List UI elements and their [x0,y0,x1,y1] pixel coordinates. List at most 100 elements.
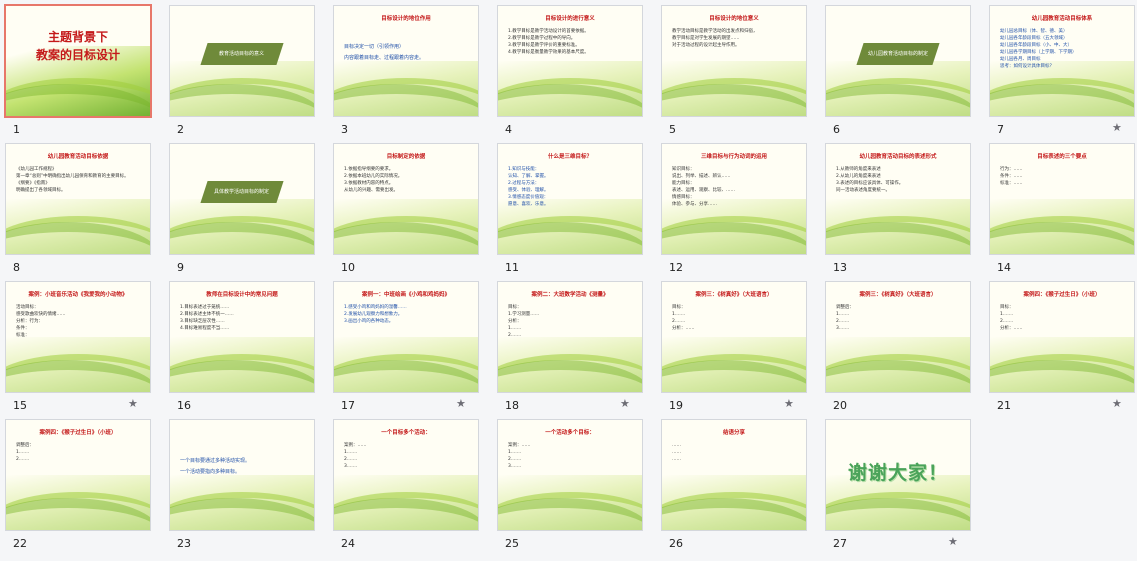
slide-thumbnail[interactable]: 案例四：《猴子过生日》（小班） 调整后： 1.…… 2.…… [5,419,151,531]
slide-body-text: 1.教学目标是教学活动设计的首要依据。 2.教学目标是教学过程中的导向。 3.教… [508,29,589,55]
slide-title: 案例一：中班绘画《小鸡和鸡妈妈》 [361,292,450,298]
slide-thumbnail[interactable]: 幼儿园教育活动目标依据 《幼儿园工作规程》 第一章“总则”中明确指出幼儿园保育和教… [5,143,151,255]
section-ribbon: 幼儿园教育活动目标的制定 [856,43,940,65]
slide-title: 目标表述的三个要点 [1037,154,1087,160]
slide-cell: 案例：小班音乐活动《我爱我的小动物》活动目标： 感受歌曲欢快的情绪…… 分析：行… [5,281,169,419]
slide-cell: 幼儿园教育活动目标的制定 6 [825,5,989,143]
slide-thumbnail[interactable]: 案例二：大班数学活动《测量》目标： 1.学习测量…… 分析： 1.…… 2.…… [497,281,643,393]
slide-title: 幼儿园教育活动目标体系 [1031,16,1093,22]
slide-thumbnail[interactable]: 目标设计的地位意义教学活动目标是教学活动的出发点和归宿， 教学目标是对学生发展的… [661,5,807,117]
slide-number: 1 [13,123,20,136]
slide-number: 19 [669,399,683,412]
slide-cell: 目标表述的三个要点行为：…… 条件：…… 标准：…… 14 [989,143,1137,281]
slide-title: 案例：小班音乐活动《我爱我的小动物》 [28,292,128,298]
slide-title: 目标设计的地位作用 [381,16,431,22]
slide-cell: 什么是三维目标？ 1.知识与技能： 认知、了解、掌握。 2.过程与方法： 感受、体… [497,143,661,281]
slide-title: 目标设计的地位意义 [709,16,759,22]
slide-thumbnail[interactable]: 一个目标要通过多种活动实现。 一个活动要指向多种目标。 [169,419,315,531]
slide-thumbnail[interactable]: 什么是三维目标？ 1.知识与技能： 认知、了解、掌握。 2.过程与方法： 感受、体… [497,143,643,255]
slide-cell: 目标设计的地位作用目标决定一切（引领作用） 内容跟着目标走、过程跟着内容走。 3 [333,5,497,143]
section-ribbon: 具体教学活动目标的制定 [200,181,284,203]
slide-body-text: 教学活动目标是教学活动的出发点和归宿， 教学目标是对学生发展的期望…… 对于活动… [672,29,758,48]
transition-star-icon[interactable]: ★ [1112,121,1122,134]
slide-number: 14 [997,261,1011,274]
ribbon-label: 幼儿园教育活动目标的制定 [867,51,928,57]
slide-title: 案例四：《猴子过生日》（小班） [39,430,117,436]
slide-cell: 谢谢大家！ 27 ★ [825,419,989,557]
slide-thumbnail[interactable]: 案例四：《猴子过生日》（小班） 目标： 1.…… 2.…… 分析：…… [989,281,1135,393]
transition-star-icon[interactable]: ★ [620,397,630,410]
slide-body-text: 目标： 1.…… 2.…… 分析：…… [672,305,695,331]
slide-body-text: 行为：…… 条件：…… 标准：…… [1000,167,1023,186]
slide-thumbnail[interactable]: 案例三：《树真好》（大班语言） 调整后： 1.…… 2.…… 3.…… [825,281,971,393]
slide-cell: 一个活动多个目标： 案例：…… 1.…… 2.…… 3.…… 25 [497,419,661,557]
slide-body-text: 案例：…… 1.…… 2.…… 3.…… [508,443,531,469]
slide-number: 27 [833,537,847,550]
slide-body-text: 目标决定一切（引领作用） 内容跟着目标走、过程跟着内容走。 [344,44,425,61]
slide-thumbnail[interactable]: 目标设计的进行意义 1.教学目标是教学活动设计的首要依据。 2.教学目标是教学过程… [497,5,643,117]
slide-cell: 一个目标多个活动： 案例：…… 1.…… 2.…… 3.…… 24 [333,419,497,557]
slide-thumbnail[interactable]: 案例一：中班绘画《小鸡和鸡妈妈》 1.感受小鸡和鸡妈妈的温馨…… 2.发展幼儿观察… [333,281,479,393]
slide-thumbnail[interactable]: 具体教学活动目标的制定 [169,143,315,255]
slide-title: 教师在目标设计中的常见问题 [206,292,278,298]
slide-thumbnail[interactable]: 目标制定的依据 1.依据指导纲要的要求。 2.依据本班幼儿的实际情况。 3.依据教… [333,143,479,255]
slide-title: 案例二：大班数学活动《测量》 [531,292,609,298]
slide-thumbnail[interactable]: 目标设计的地位作用目标决定一切（引领作用） 内容跟着目标走、过程跟着内容走。 [333,5,479,117]
transition-star-icon[interactable]: ★ [456,397,466,410]
slide-thumbnail[interactable]: 幼儿园教育活动目标的表述形式 1.从教师的角度来表述 2.从幼儿的角度来表述 3.… [825,143,971,255]
transition-star-icon[interactable]: ★ [948,535,958,548]
slide-thumbnail[interactable]: 三维目标与行为动词的运用 知识目标： 说出、列举、描述、辨认…… 能力目标： 表述… [661,143,807,255]
slide-thumbnail[interactable]: 幼儿园教育活动目标的制定 [825,5,971,117]
slide-thumbnail[interactable]: 幼儿园教育活动目标体系 幼儿园总目标（体、智、德、美） 幼儿园各年龄段目标（五大领… [989,5,1135,117]
slide-body-text: 活动目标： 感受歌曲欢快的情绪…… 分析：行为： 条件： 标准： [16,305,66,338]
slide-number: 5 [669,123,676,136]
slide-cell: 案例四：《猴子过生日》（小班） 目标： 1.…… 2.…… 分析：…… 21 ★ [989,281,1137,419]
slide-body-text: 目标： 1.学习测量…… 分析： 1.…… 2.…… [508,305,540,338]
slide-cell: 一个目标要通过多种活动实现。 一个活动要指向多种目标。 23 [169,419,333,557]
slide-cell: 教育活动目标的意义 2 [169,5,333,143]
slide-title: 主题背景下 教案的目标设计 [35,30,120,62]
slide-number: 8 [13,261,20,274]
transition-star-icon[interactable]: ★ [784,397,794,410]
slide-cell: 案例三：《树真好》（大班语言） 调整后： 1.…… 2.…… 3.…… 20 [825,281,989,419]
slide-thumbnail[interactable]: 一个目标多个活动： 案例：…… 1.…… 2.…… 3.…… [333,419,479,531]
slide-body-text: …… …… …… [672,443,681,462]
slide-body-text: 《幼儿园工作规程》 第一章“总则”中明确指出幼儿园保育和教育的主要目标。 《纲要… [16,167,129,193]
slide-cell: 案例一：中班绘画《小鸡和鸡妈妈》 1.感受小鸡和鸡妈妈的温馨…… 2.发展幼儿观察… [333,281,497,419]
slide-cell: 具体教学活动目标的制定 9 [169,143,333,281]
slide-body-text: 1.从教师的角度来表述 2.从幼儿的角度来表述 3.表述的目标应该具体、可操作。… [836,167,904,193]
slide-title: 目标制定的依据 [386,154,426,160]
slide-number: 2 [177,123,184,136]
slide-cell: 案例三：《树真好》（大班语言） 目标： 1.…… 2.…… 分析：…… 19 ★ [661,281,825,419]
slide-thumbnail[interactable]: 案例：小班音乐活动《我爱我的小动物》活动目标： 感受歌曲欢快的情绪…… 分析：行… [5,281,151,393]
ribbon-label: 教育活动目标的意义 [219,51,265,57]
slide-number: 26 [669,537,683,550]
slide-cell: 案例二：大班数学活动《测量》目标： 1.学习测量…… 分析： 1.…… 2.……… [497,281,661,419]
slide-number: 4 [505,123,512,136]
slide-number: 22 [13,537,27,550]
transition-star-icon[interactable]: ★ [1112,397,1122,410]
slide-thumbnail[interactable]: 谢谢大家！ [825,419,971,531]
slide-thumbnail[interactable]: 一个活动多个目标： 案例：…… 1.…… 2.…… 3.…… [497,419,643,531]
slide-cell: 教师在目标设计中的常见问题 1.目标表述过于笼统…… 2.目标表述主体不统一…… … [169,281,333,419]
slide-cell: 幼儿园教育活动目标体系 幼儿园总目标（体、智、德、美） 幼儿园各年龄段目标（五大领… [989,5,1137,143]
slide-thumbnail[interactable]: 主题背景下 教案的目标设计 [4,4,152,118]
slide-thumbnail[interactable]: 教师在目标设计中的常见问题 1.目标表述过于笼统…… 2.目标表述主体不统一…… … [169,281,315,393]
slide-thumbnail[interactable]: 案例三：《树真好》（大班语言） 目标： 1.…… 2.…… 分析：…… [661,281,807,393]
slide-body-text: 知识目标： 说出、列举、描述、辨认…… 能力目标： 表述、运用、观察、比较、……… [672,167,735,207]
ribbon-label: 具体教学活动目标的制定 [214,189,270,195]
slide-thumbnail[interactable]: 教育活动目标的意义 [169,5,315,117]
slide-title: 目标设计的进行意义 [545,16,595,22]
slide-number: 24 [341,537,355,550]
slide-title: 案例三：《树真好》（大班语言） [695,292,773,298]
slide-thumbnail[interactable]: 目标表述的三个要点行为：…… 条件：…… 标准：…… [989,143,1135,255]
slide-thumbnail[interactable]: 结语分享 …… …… …… [661,419,807,531]
transition-star-icon[interactable]: ★ [128,397,138,410]
slide-number: 3 [341,123,348,136]
slide-title: 结语分享 [722,430,745,436]
slide-body-text: 调整后： 1.…… 2.…… [16,443,34,462]
slide-number: 17 [341,399,355,412]
slide-body-text: 调整后： 1.…… 2.…… 3.…… [836,305,854,331]
slide-number: 9 [177,261,184,274]
slide-cell: 目标设计的进行意义 1.教学目标是教学活动设计的首要依据。 2.教学目标是教学过程… [497,5,661,143]
